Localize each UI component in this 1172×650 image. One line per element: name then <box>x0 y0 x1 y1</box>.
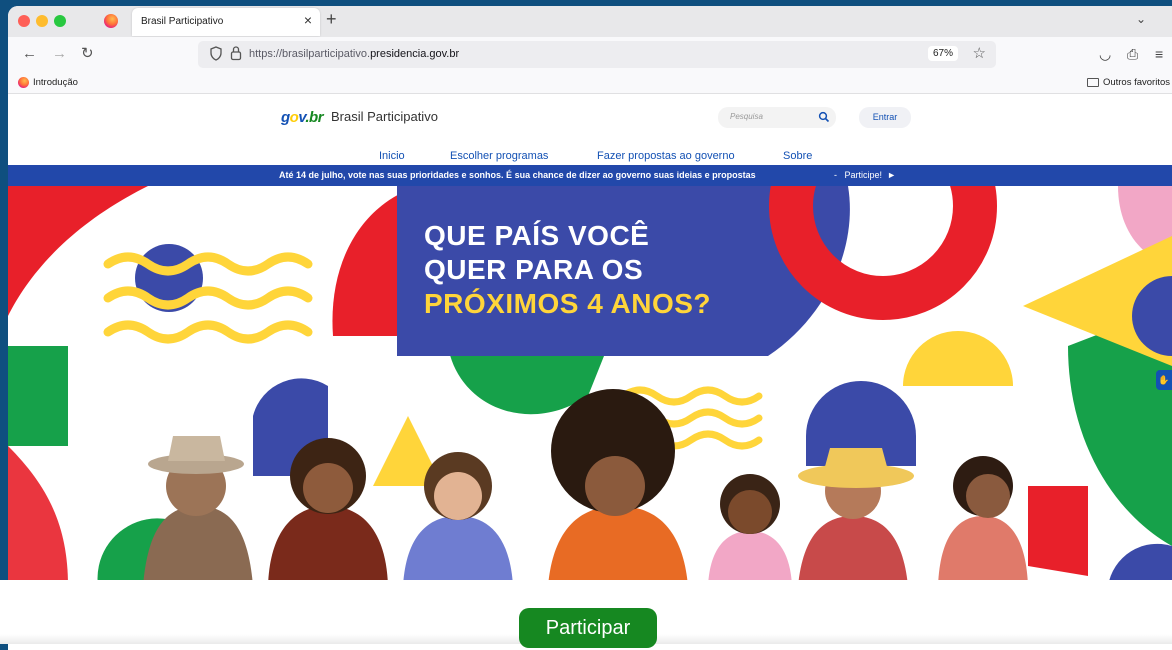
lock-icon[interactable] <box>230 45 242 61</box>
share-icon[interactable]: ⎙ <box>1127 46 1138 63</box>
close-window-button[interactable] <box>18 15 30 27</box>
tracking-shield-icon[interactable] <box>210 46 222 61</box>
logo-part: g <box>281 109 290 126</box>
reload-icon[interactable]: ↻ <box>81 46 94 62</box>
play-arrow-icon: ► <box>887 170 896 180</box>
app-menu-icon[interactable]: ≡ <box>1155 46 1163 62</box>
maximize-window-button[interactable] <box>54 15 66 27</box>
pocket-icon[interactable]: ◡ <box>1099 46 1111 63</box>
site-header: gov.br Brasil Participativo Pesquisa Ent… <box>8 95 1172 168</box>
gov-br-logo[interactable]: gov.br <box>281 109 324 126</box>
forward-icon[interactable]: → <box>52 46 67 62</box>
participe-label: Participe! <box>844 170 883 180</box>
announcement-separator: - <box>834 170 837 180</box>
headline-line-1: QUE PAÍS VOCÊ <box>424 220 650 251</box>
search-icon[interactable] <box>818 111 830 123</box>
folder-icon <box>1086 78 1099 87</box>
list-tabs-icon[interactable]: ⌄ <box>1136 12 1146 26</box>
browser-window: Brasil Participativo × + ⌄ ← → ↻ https:/… <box>8 6 1172 650</box>
search-placeholder: Pesquisa <box>730 112 763 121</box>
firefox-icon[interactable] <box>104 14 118 28</box>
menu-fazer-propostas[interactable]: Fazer propostas ao governo <box>597 150 735 162</box>
bookmark-introducao[interactable]: Introdução <box>18 77 78 88</box>
logo-part: .br <box>305 109 324 126</box>
bookmark-label: Introdução <box>33 77 78 88</box>
other-bookmarks-label: Outros favoritos <box>1102 77 1170 88</box>
url-host: https://brasilparticipativo. <box>249 48 371 60</box>
vlibras-accessibility-button[interactable]: ✋ <box>1156 370 1172 390</box>
headline-line-2: QUER PARA OS <box>424 254 644 285</box>
back-icon[interactable]: ← <box>22 46 37 62</box>
bookmarks-bar: Introdução Outros favoritos <box>8 74 1172 94</box>
site-name[interactable]: Brasil Participativo <box>331 109 438 124</box>
participar-button[interactable]: Participar <box>519 608 657 648</box>
announcement-bar: Até 14 de julho, vote nas suas prioridad… <box>8 165 1172 186</box>
firefox-bookmark-icon <box>18 77 29 88</box>
menu-sobre[interactable]: Sobre <box>783 150 812 162</box>
tab-brasil-participativo[interactable]: Brasil Participativo × <box>132 8 320 36</box>
tab-close-icon[interactable]: × <box>304 12 312 28</box>
announcement-text: Até 14 de julho, vote nas suas prioridad… <box>279 170 756 180</box>
zoom-level-button[interactable]: 67% <box>927 46 958 61</box>
other-bookmarks-folder[interactable]: Outros favoritos <box>1086 77 1170 88</box>
minimize-window-button[interactable] <box>36 15 48 27</box>
hero-headline: QUE PAÍS VOCÊ QUER PARA OS PRÓXIMOS 4 AN… <box>398 214 778 362</box>
hero-banner: QUE PAÍS VOCÊ QUER PARA OS PRÓXIMOS 4 AN… <box>8 186 1172 586</box>
url-domain: presidencia.gov.br <box>370 48 460 60</box>
tab-strip: Brasil Participativo × + ⌄ <box>8 6 1172 37</box>
login-button[interactable]: Entrar <box>859 107 911 128</box>
address-bar[interactable]: https://brasilparticipativo.presidencia.… <box>198 41 996 68</box>
headline-line-3: PRÓXIMOS 4 ANOS? <box>424 288 712 319</box>
tab-title: Brasil Participativo <box>141 16 224 27</box>
participe-link[interactable]: - Participe! ► <box>834 170 896 180</box>
menu-escolher-programas[interactable]: Escolher programas <box>450 150 548 162</box>
bookmark-star-icon[interactable]: ☆ <box>973 44 986 62</box>
new-tab-button[interactable]: + <box>326 9 337 30</box>
navigation-toolbar: ← → ↻ https://brasilparticipativo.presid… <box>8 37 1172 74</box>
menu-inicio[interactable]: Inicio <box>379 150 405 162</box>
search-input[interactable]: Pesquisa <box>718 107 836 128</box>
url-text[interactable]: https://brasilparticipativo.presidencia.… <box>249 48 459 60</box>
